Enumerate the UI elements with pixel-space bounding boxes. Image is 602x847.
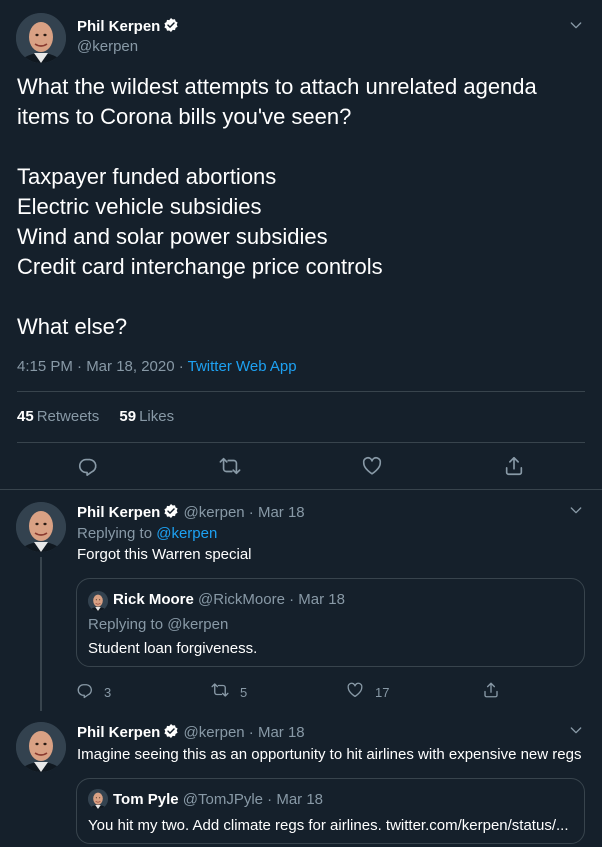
quote-replying-to: Replying to @kerpen [88, 616, 229, 633]
like-count: 17 [375, 685, 390, 700]
quote-text: You hit my two. Add climate regs for air… [88, 817, 569, 834]
retweet-label: Retweets [36, 408, 100, 425]
reply-text: Forgot this Warren special [77, 546, 252, 563]
replying-to-link[interactable]: @kerpen [156, 525, 217, 542]
quote-author-name: Tom Pyle [113, 791, 179, 808]
tweet-text-line: Taxpayer funded abortions [17, 164, 277, 189]
like-icon[interactable] [346, 681, 364, 699]
reply-date[interactable]: · Mar 18 [249, 504, 305, 521]
chevron-down-icon[interactable] [568, 17, 584, 33]
tweet-text-line: items to Corona bills you've seen? [17, 104, 352, 129]
replying-to: Replying to @kerpen [77, 525, 217, 542]
reply-text: Imagine seeing this as an opportunity to… [77, 746, 582, 763]
author-name[interactable]: Phil Kerpen [77, 504, 160, 521]
chevron-down-icon[interactable] [568, 722, 584, 738]
author-handle[interactable]: @kerpen [184, 504, 245, 521]
verified-badge-icon [163, 17, 179, 33]
author-name-text[interactable]: Phil Kerpen [77, 18, 160, 35]
quote-header: Rick Moore @RickMoore · Mar 18 [113, 591, 345, 608]
quote-avatar [88, 789, 108, 809]
quote-author-handle: @RickMoore [198, 591, 285, 608]
timestamp[interactable]: 4:15 PM · Mar 18, 2020 · [17, 358, 188, 375]
share-icon[interactable] [503, 455, 525, 477]
divider [17, 442, 585, 443]
reply-header: Phil Kerpen @kerpen · Mar 18 [77, 503, 305, 521]
quote-date: · Mar 18 [267, 791, 324, 808]
reply-tweet[interactable]: Phil Kerpen @kerpen · Mar 18 Imagine see… [0, 711, 602, 847]
reply-date[interactable]: · Mar 18 [249, 724, 305, 741]
retweet-icon[interactable] [219, 455, 241, 477]
quoted-tweet[interactable]: Tom Pyle @TomJPyle · Mar 18 You hit my t… [76, 778, 585, 844]
retweets-stat[interactable]: 45 Retweets [17, 408, 99, 425]
reply-header: Phil Kerpen @kerpen · Mar 18 [77, 723, 305, 741]
tweet-text-line: Wind and solar power subsidies [17, 224, 328, 249]
author-avatar[interactable] [16, 502, 66, 552]
share-icon[interactable] [482, 681, 500, 699]
quote-text: Student loan forgiveness. [88, 640, 258, 657]
author-handle[interactable]: @kerpen [77, 38, 138, 55]
author-avatar[interactable] [16, 722, 66, 772]
author-avatar[interactable] [16, 13, 66, 63]
quote-author-handle: @TomJPyle [182, 791, 263, 808]
quote-date: · Mar 18 [289, 591, 345, 608]
tweet-text-line: Electric vehicle subsidies [17, 194, 262, 219]
likes-stat[interactable]: 59 Likes [119, 408, 174, 425]
tweet-text-line: What the wildest attempts to attach unre… [17, 74, 537, 99]
reply-icon[interactable] [76, 681, 94, 699]
retweet-icon[interactable] [211, 681, 229, 699]
retweet-count: 5 [240, 685, 248, 700]
tweet-text: What the wildest attempts to attach unre… [17, 72, 587, 342]
author-handle[interactable]: @kerpen [184, 724, 245, 741]
retweet-count: 45 [17, 408, 34, 425]
replying-prefix: Replying to [77, 525, 157, 542]
author-name[interactable]: Phil Kerpen [77, 17, 179, 35]
main-tweet: Phil Kerpen @kerpen What the wildest att… [0, 0, 602, 490]
like-icon[interactable] [361, 455, 383, 477]
like-count: 59 [119, 408, 137, 425]
tweet-stats: 45 Retweets 59 Likes [17, 408, 174, 425]
author-name[interactable]: Phil Kerpen [77, 724, 160, 741]
tweet-text-line: What else? [17, 314, 128, 339]
quote-avatar [88, 591, 108, 611]
divider [17, 391, 585, 392]
thread-line [40, 557, 42, 711]
quote-header: Tom Pyle @TomJPyle · Mar 18 [113, 791, 323, 808]
quoted-tweet[interactable]: Rick Moore @RickMoore · Mar 18 Replying … [76, 578, 585, 667]
reply-tweet[interactable]: Phil Kerpen @kerpen · Mar 18 Replying to… [0, 491, 602, 711]
source-link[interactable]: Twitter Web App [188, 358, 297, 375]
tweet-text-line: Credit card interchange price controls [17, 254, 383, 279]
reply-icon[interactable] [77, 455, 99, 477]
verified-badge-icon [163, 723, 179, 739]
quote-author-name: Rick Moore [113, 591, 194, 608]
chevron-down-icon[interactable] [568, 502, 584, 518]
tweet-meta: 4:15 PM · Mar 18, 2020 · Twitter Web App [17, 358, 297, 375]
verified-badge-icon [163, 503, 179, 519]
like-label: Likes [139, 408, 175, 425]
reply-count: 3 [104, 685, 112, 700]
